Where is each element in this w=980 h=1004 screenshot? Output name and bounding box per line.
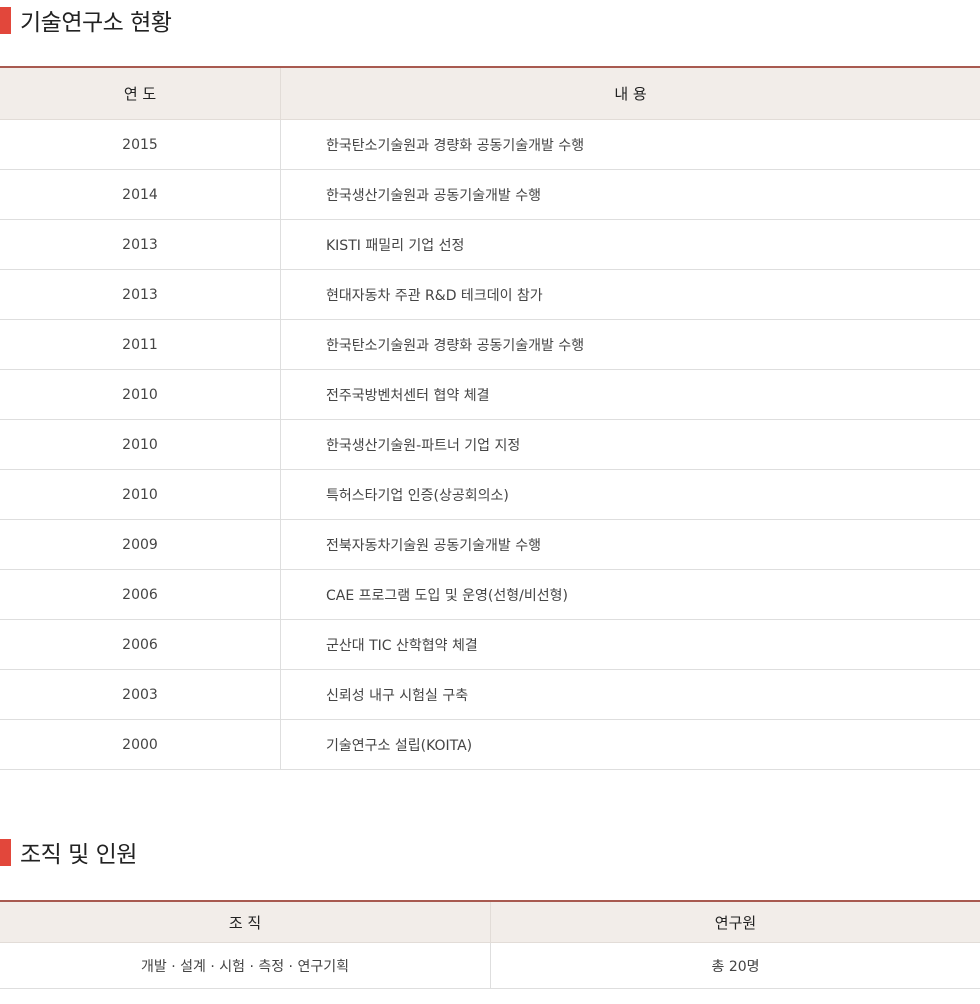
content-cell: 한국생산기술원과 공동기술개발 수행 (280, 169, 980, 220)
year-cell: 2013 (0, 219, 281, 270)
content-cell: 한국탄소기술원과 경량화 공동기술개발 수행 (280, 119, 980, 170)
year-cell: 2006 (0, 569, 281, 620)
content-cell: 한국생산기술원-파트너 기업 지정 (280, 419, 980, 470)
org-cell: 개발 · 설계 · 시험 · 측정 · 연구기획 (0, 942, 491, 989)
organization-table: 조 직 연구원 개발 · 설계 · 시험 · 측정 · 연구기획 총 20명 (0, 900, 980, 989)
year-cell: 2009 (0, 519, 281, 570)
year-cell: 2014 (0, 169, 281, 220)
content-cell: 군산대 TIC 산학협약 체결 (280, 619, 980, 670)
table-row: 2014 한국생산기술원과 공동기술개발 수행 (0, 169, 980, 220)
content-cell: 한국탄소기술원과 경량화 공동기술개발 수행 (280, 319, 980, 370)
table-row: 2015 한국탄소기술원과 경량화 공동기술개발 수행 (0, 119, 980, 170)
year-cell: 2006 (0, 619, 281, 670)
table-row: 2010 특허스타기업 인증(상공회의소) (0, 469, 980, 520)
table-row: 2013 KISTI 패밀리 기업 선정 (0, 219, 980, 270)
section-title-organization: 조직 및 인원 (0, 835, 137, 869)
table-row: 2003 신뢰성 내구 시험실 구축 (0, 669, 980, 720)
header-org: 조 직 (0, 900, 491, 943)
section-heading: 조직 및 인원 (20, 842, 137, 868)
table-row: 2010 한국생산기술원-파트너 기업 지정 (0, 419, 980, 470)
title-accent-bar (0, 6, 11, 34)
year-cell: 2010 (0, 419, 281, 470)
content-cell: 특허스타기업 인증(상공회의소) (280, 469, 980, 520)
table-row: 2000 기술연구소 설립(KOITA) (0, 719, 980, 770)
table-header-row: 조 직 연구원 (0, 900, 980, 943)
researchers-cell: 총 20명 (490, 942, 980, 989)
year-cell: 2013 (0, 269, 281, 320)
content-cell: 현대자동차 주관 R&D 테크데이 참가 (280, 269, 980, 320)
table-row: 2006 군산대 TIC 산학협약 체결 (0, 619, 980, 670)
page-title: 기술연구소 현황 (20, 10, 172, 36)
year-cell: 2011 (0, 319, 281, 370)
table-row: 2013 현대자동차 주관 R&D 테크데이 참가 (0, 269, 980, 320)
title-accent-bar (0, 838, 11, 866)
table-header-row: 연 도 내 용 (0, 66, 980, 120)
year-cell: 2003 (0, 669, 281, 720)
section-title-lab-status: 기술연구소 현황 (0, 3, 172, 37)
content-cell: 기술연구소 설립(KOITA) (280, 719, 980, 770)
header-researchers: 연구원 (490, 900, 980, 943)
content-cell: 전주국방벤처센터 협약 체결 (280, 369, 980, 420)
table-row: 2010 전주국방벤처센터 협약 체결 (0, 369, 980, 420)
header-year: 연 도 (0, 66, 281, 120)
content-cell: KISTI 패밀리 기업 선정 (280, 219, 980, 270)
content-cell: 신뢰성 내구 시험실 구축 (280, 669, 980, 720)
content-cell: 전북자동차기술원 공동기술개발 수행 (280, 519, 980, 570)
year-cell: 2000 (0, 719, 281, 770)
history-table: 연 도 내 용 2015 한국탄소기술원과 경량화 공동기술개발 수행 2014 한국… (0, 66, 980, 770)
header-content: 내 용 (280, 66, 980, 120)
year-cell: 2010 (0, 369, 281, 420)
table-row: 2011 한국탄소기술원과 경량화 공동기술개발 수행 (0, 319, 980, 370)
year-cell: 2010 (0, 469, 281, 520)
table-row: 2009 전북자동차기술원 공동기술개발 수행 (0, 519, 980, 570)
organization-table-body: 개발 · 설계 · 시험 · 측정 · 연구기획 총 20명 (0, 942, 980, 989)
table-row: 2006 CAE 프로그램 도입 및 운영(선형/비선형) (0, 569, 980, 620)
content-cell: CAE 프로그램 도입 및 운영(선형/비선형) (280, 569, 980, 620)
year-cell: 2015 (0, 119, 281, 170)
history-table-body: 2015 한국탄소기술원과 경량화 공동기술개발 수행 2014 한국생산기술원과 공… (0, 119, 980, 770)
table-row: 개발 · 설계 · 시험 · 측정 · 연구기획 총 20명 (0, 942, 980, 989)
